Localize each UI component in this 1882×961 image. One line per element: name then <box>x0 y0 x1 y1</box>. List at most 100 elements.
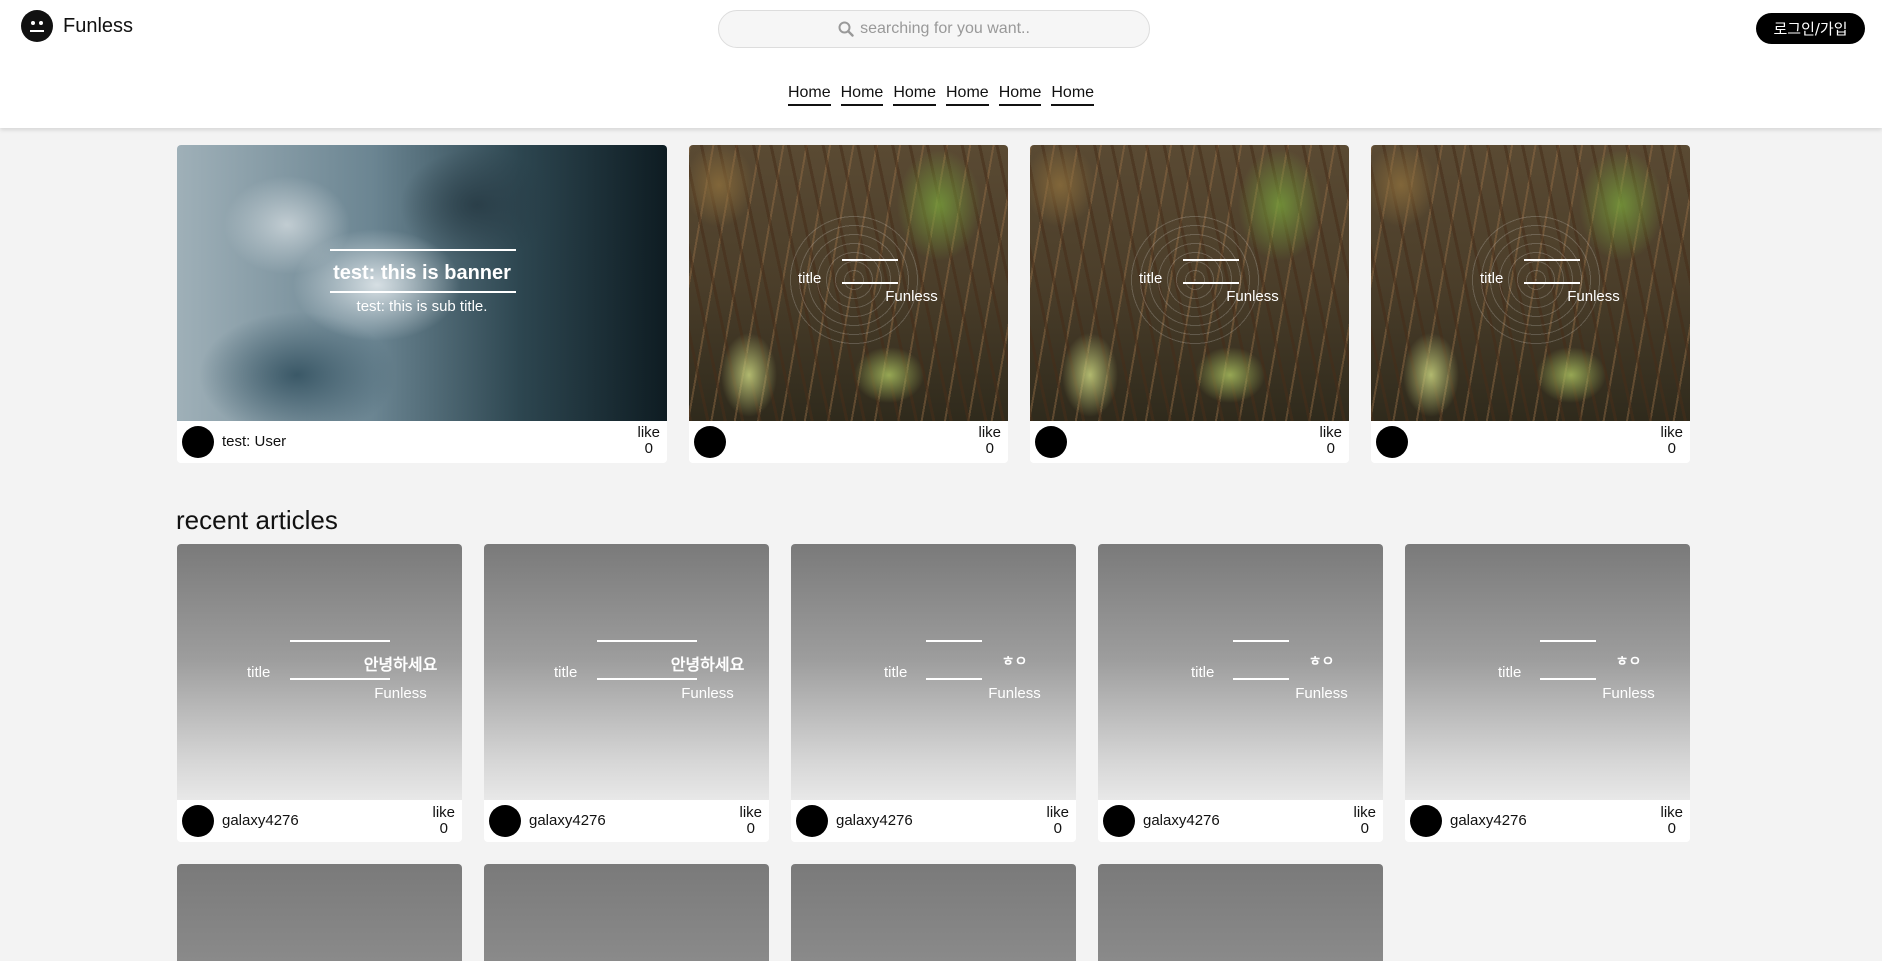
title-rule-bottom <box>1183 282 1239 284</box>
nav-link-home[interactable]: Home <box>1051 84 1095 106</box>
title-rule-bottom <box>842 282 898 284</box>
card-subtitle: Funless <box>1295 685 1348 702</box>
title-rule-top <box>290 640 390 642</box>
like-count: 0 <box>746 820 755 837</box>
broken-image-icon: title <box>1480 270 1504 287</box>
card-footer: like 0 <box>1030 421 1349 463</box>
like-count: 0 <box>1326 440 1335 457</box>
card-image: title Funless <box>1371 145 1690 421</box>
like-counter[interactable]: like 0 <box>637 425 660 457</box>
like-label: like <box>978 424 1001 441</box>
article-card[interactable]: title 안녕하세요 Funless galaxy4276 like 0 <box>177 544 462 842</box>
like-label: like <box>1660 424 1683 441</box>
author-name[interactable]: galaxy4276 <box>836 812 913 829</box>
like-count: 0 <box>644 440 653 457</box>
broken-image-icon: title <box>798 270 822 287</box>
like-counter[interactable]: like 0 <box>1660 805 1683 837</box>
card-footer: test: User like 0 <box>177 421 667 463</box>
title-rule-bottom <box>1233 678 1289 680</box>
author-name[interactable]: galaxy4276 <box>1450 812 1527 829</box>
title-rule-top <box>1540 640 1596 642</box>
article-card[interactable] <box>484 864 769 961</box>
avatar[interactable] <box>694 426 726 458</box>
article-card[interactable] <box>1098 864 1383 961</box>
like-counter[interactable]: like 0 <box>1046 805 1069 837</box>
like-label: like <box>432 804 455 821</box>
like-counter[interactable]: like 0 <box>739 805 762 837</box>
neutral-face-icon <box>21 10 53 42</box>
card-footer: galaxy4276 like 0 <box>791 800 1076 842</box>
like-count: 0 <box>1667 440 1676 457</box>
card-image: title ㅎㅇ Funless <box>1098 544 1383 800</box>
featured-card[interactable]: title Funless like 0 <box>1371 145 1690 463</box>
card-subtitle: Funless <box>1567 288 1620 305</box>
main-nav: Home Home Home Home Home Home <box>0 84 1882 106</box>
avatar[interactable] <box>796 805 828 837</box>
title-rule-top <box>1233 640 1289 642</box>
title-rule-bottom <box>290 678 390 680</box>
title-rule-top <box>1183 259 1239 261</box>
avatar[interactable] <box>1103 805 1135 837</box>
site-header: Funless searching for you want.. 로그인/가입 … <box>0 0 1882 128</box>
title-rule-top <box>330 249 516 251</box>
title-rule-bottom <box>926 678 982 680</box>
card-image: title Funless <box>689 145 1008 421</box>
avatar[interactable] <box>182 805 214 837</box>
featured-banner-card[interactable]: test: this is banner test: this is sub t… <box>177 145 667 463</box>
title-rule-top <box>842 259 898 261</box>
banner-subtitle: test: this is sub title. <box>356 298 488 315</box>
like-label: like <box>1660 804 1683 821</box>
article-title: 안녕하세요 <box>670 655 745 674</box>
search-icon <box>838 21 854 37</box>
like-label: like <box>1319 424 1342 441</box>
avatar[interactable] <box>182 426 214 458</box>
nav-link-home[interactable]: Home <box>840 84 884 106</box>
avatar[interactable] <box>1376 426 1408 458</box>
avatar[interactable] <box>1410 805 1442 837</box>
search-input[interactable]: searching for you want.. <box>718 10 1150 48</box>
brand-logo[interactable]: Funless <box>21 10 133 42</box>
avatar[interactable] <box>1035 426 1067 458</box>
article-card[interactable] <box>791 864 1076 961</box>
like-counter[interactable]: like 0 <box>1353 805 1376 837</box>
login-signup-button[interactable]: 로그인/가입 <box>1756 13 1865 44</box>
card-subtitle: Funless <box>1226 288 1279 305</box>
avatar[interactable] <box>489 805 521 837</box>
like-counter[interactable]: like 0 <box>978 425 1001 457</box>
like-counter[interactable]: like 0 <box>432 805 455 837</box>
article-card[interactable]: title ㅎㅇ Funless galaxy4276 like 0 <box>1405 544 1690 842</box>
article-card[interactable] <box>177 864 462 961</box>
title-rule-bottom <box>330 291 516 293</box>
card-image: title 안녕하세요 Funless <box>484 544 769 800</box>
like-label: like <box>1353 804 1376 821</box>
article-card[interactable]: title ㅎㅇ Funless galaxy4276 like 0 <box>791 544 1076 842</box>
section-heading: recent articles <box>176 505 338 535</box>
author-name[interactable]: test: User <box>222 433 286 450</box>
article-title: ㅎㅇ <box>1001 654 1028 670</box>
nav-link-home[interactable]: Home <box>787 84 831 106</box>
card-footer: galaxy4276 like 0 <box>177 800 462 842</box>
article-title: ㅎㅇ <box>1308 654 1335 670</box>
title-rule-top <box>926 640 982 642</box>
author-name[interactable]: galaxy4276 <box>1143 812 1220 829</box>
author-name[interactable]: galaxy4276 <box>222 812 299 829</box>
author-name[interactable]: galaxy4276 <box>529 812 606 829</box>
article-card[interactable]: title ㅎㅇ Funless galaxy4276 like 0 <box>1098 544 1383 842</box>
like-counter[interactable]: like 0 <box>1319 425 1342 457</box>
title-rule-bottom <box>1524 282 1580 284</box>
card-subtitle: Funless <box>1602 685 1655 702</box>
card-subtitle: Funless <box>681 685 734 702</box>
card-footer: like 0 <box>1371 421 1690 463</box>
featured-card[interactable]: title Funless like 0 <box>1030 145 1349 463</box>
card-footer: galaxy4276 like 0 <box>1098 800 1383 842</box>
card-footer: galaxy4276 like 0 <box>484 800 769 842</box>
banner-image: test: this is banner test: this is sub t… <box>177 145 667 421</box>
search-placeholder: searching for you want.. <box>860 20 1030 37</box>
like-counter[interactable]: like 0 <box>1660 425 1683 457</box>
card-image: title ㅎㅇ Funless <box>1405 544 1690 800</box>
article-card[interactable]: title 안녕하세요 Funless galaxy4276 like 0 <box>484 544 769 842</box>
featured-card[interactable]: title Funless like 0 <box>689 145 1008 463</box>
nav-link-home[interactable]: Home <box>893 84 936 106</box>
nav-link-home[interactable]: Home <box>946 84 989 106</box>
nav-link-home[interactable]: Home <box>998 84 1042 106</box>
